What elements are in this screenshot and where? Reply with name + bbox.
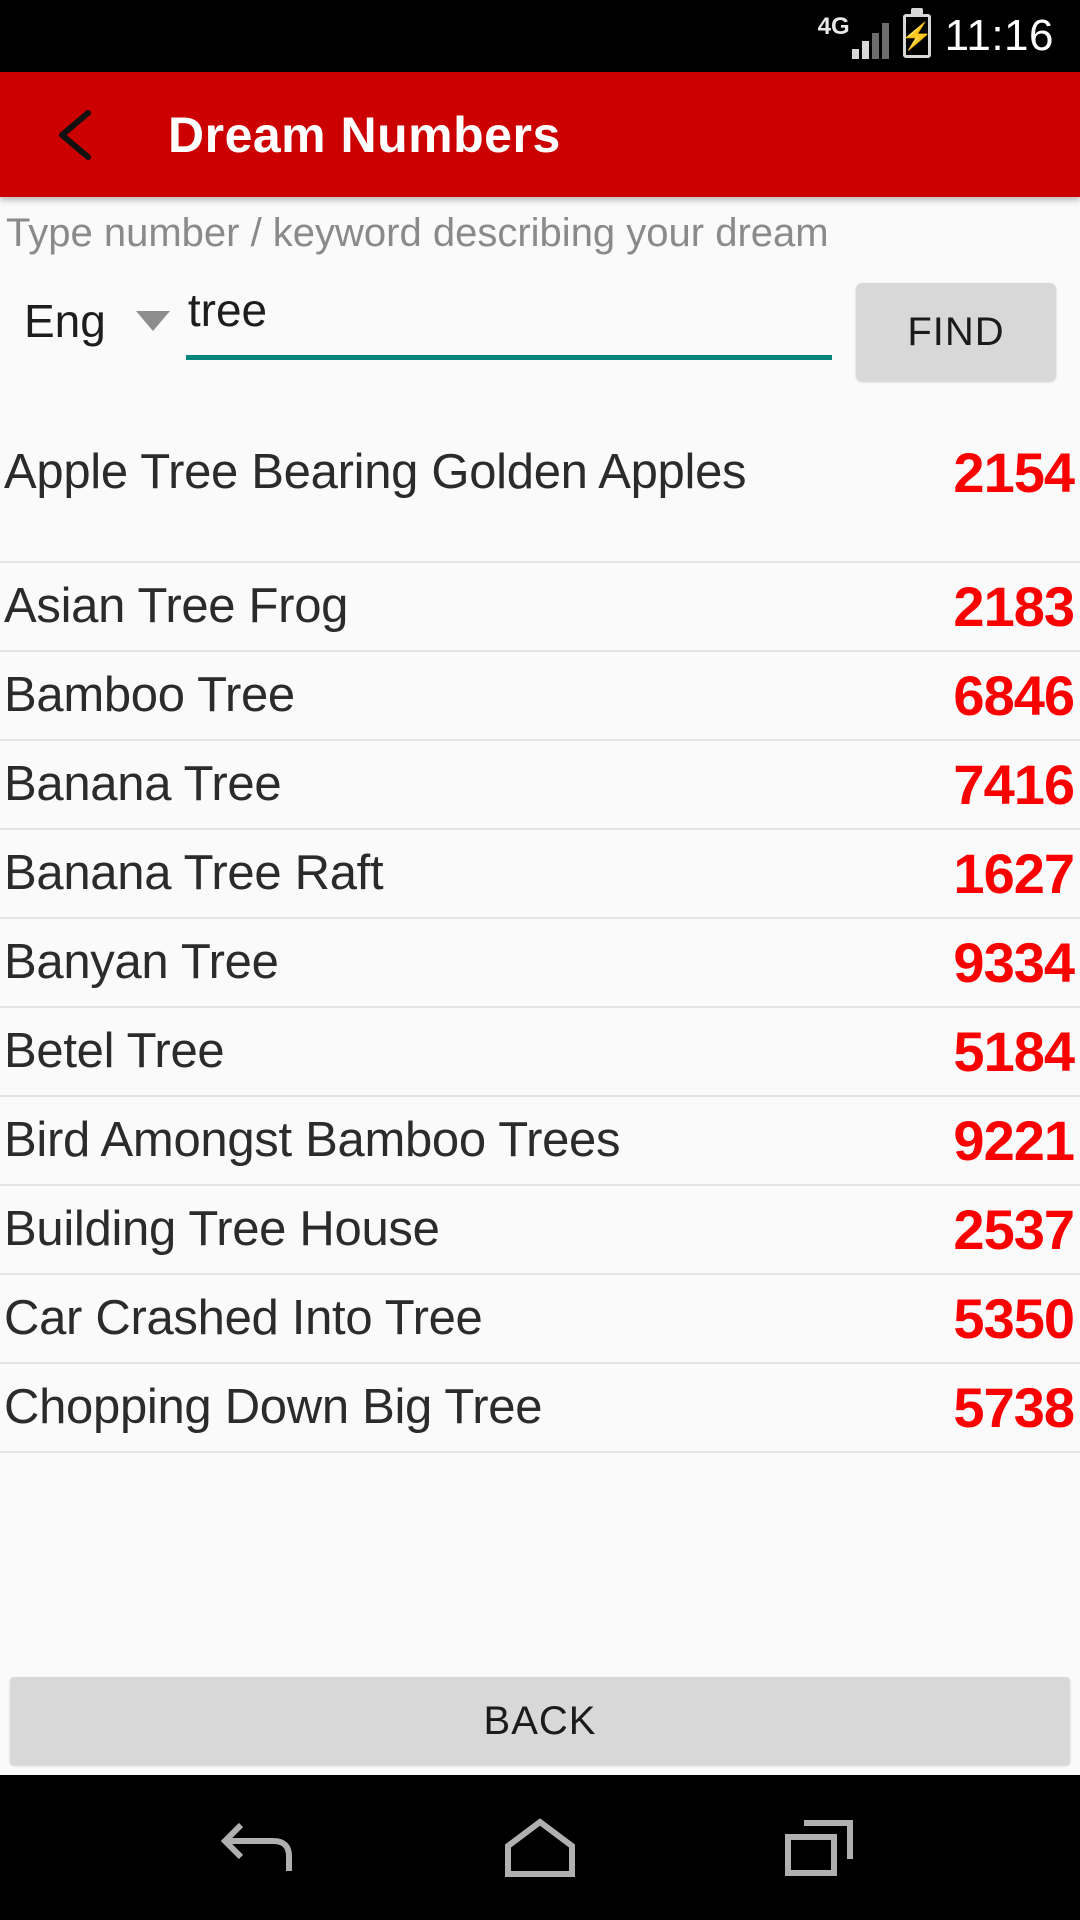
search-hint-label: Type number / keyword describing your dr…	[6, 211, 829, 255]
result-number: 9334	[953, 930, 1075, 994]
result-number: 6846	[953, 663, 1075, 727]
table-row[interactable]: Bird Amongst Bamboo Trees 9221	[0, 1097, 1080, 1186]
search-panel: Type number / keyword describing your dr…	[0, 197, 1080, 385]
search-input-underline	[185, 355, 832, 360]
battery-charging-icon: ⚡	[900, 14, 933, 58]
search-input-wrapper	[185, 283, 832, 360]
status-bar-clock: 11:16	[944, 11, 1054, 60]
result-label: Banana Tree	[4, 756, 282, 811]
system-nav-bar	[0, 1775, 1080, 1920]
table-row[interactable]: Banana Tree Raft 1627	[0, 830, 1080, 919]
app-bar: Dream Numbers	[0, 72, 1080, 197]
result-label: Chopping Down Big Tree	[4, 1379, 543, 1434]
table-row[interactable]: Building Tree House 2537	[0, 1186, 1080, 1275]
result-label: Apple Tree Bearing Golden Apples	[4, 445, 747, 500]
signal-indicator: 4G	[818, 13, 889, 59]
table-row[interactable]: Bamboo Tree 6846	[0, 652, 1080, 741]
result-number: 5350	[953, 1286, 1075, 1350]
network-type-label: 4G	[817, 13, 850, 40]
table-row[interactable]: Apple Tree Bearing Golden Apples 2154	[0, 385, 1080, 563]
phone-screen: 4G ⚡ 11:16 Dream Numbers Type number / k…	[0, 0, 1080, 1920]
table-row[interactable]: Banyan Tree 9334	[0, 919, 1080, 1008]
table-row[interactable]: Chopping Down Big Tree 5738	[0, 1364, 1080, 1453]
find-button[interactable]: FIND	[856, 283, 1056, 381]
result-label: Building Tree House	[4, 1201, 440, 1256]
result-label: Banyan Tree	[4, 934, 279, 989]
result-number: 5738	[953, 1375, 1075, 1439]
result-label: Bamboo Tree	[4, 667, 295, 722]
table-row[interactable]: Banana Tree 7416	[0, 741, 1080, 830]
footer-bar: BACK	[0, 1667, 1080, 1775]
nav-back-icon[interactable]	[200, 1803, 320, 1893]
search-row: Eng FIND	[0, 255, 1080, 385]
result-label: Banana Tree Raft	[4, 845, 384, 900]
language-spinner[interactable]: Eng	[0, 283, 170, 359]
result-number: 1627	[953, 841, 1075, 905]
page-title: Dream Numbers	[168, 106, 561, 163]
result-label: Asian Tree Frog	[4, 578, 349, 633]
results-list[interactable]: Apple Tree Bearing Golden Apples 2154 Asia…	[0, 385, 1080, 1667]
result-number: 2183	[953, 574, 1075, 638]
result-label: Betel Tree	[4, 1023, 225, 1078]
nav-home-icon[interactable]	[480, 1803, 600, 1893]
arrow-left-icon[interactable]	[48, 103, 112, 167]
result-number: 2154	[953, 441, 1075, 504]
signal-bars-icon	[851, 19, 889, 59]
result-label: Bird Amongst Bamboo Trees	[4, 1112, 621, 1167]
back-button[interactable]: BACK	[10, 1677, 1070, 1765]
result-label: Car Crashed Into Tree	[4, 1290, 483, 1345]
nav-recents-icon[interactable]	[760, 1803, 880, 1893]
language-spinner-label: Eng	[24, 295, 106, 347]
table-row[interactable]: Betel Tree 5184	[0, 1008, 1080, 1097]
table-row[interactable]: Asian Tree Frog 2183	[0, 563, 1080, 652]
table-row[interactable]: Car Crashed Into Tree 5350	[0, 1275, 1080, 1364]
status-bar: 4G ⚡ 11:16	[0, 0, 1080, 72]
result-number: 9221	[953, 1108, 1075, 1172]
search-input[interactable]	[185, 283, 832, 355]
result-number: 5184	[953, 1019, 1075, 1083]
result-number: 2537	[953, 1197, 1075, 1261]
chevron-down-icon	[135, 311, 170, 331]
result-number: 7416	[953, 752, 1075, 816]
